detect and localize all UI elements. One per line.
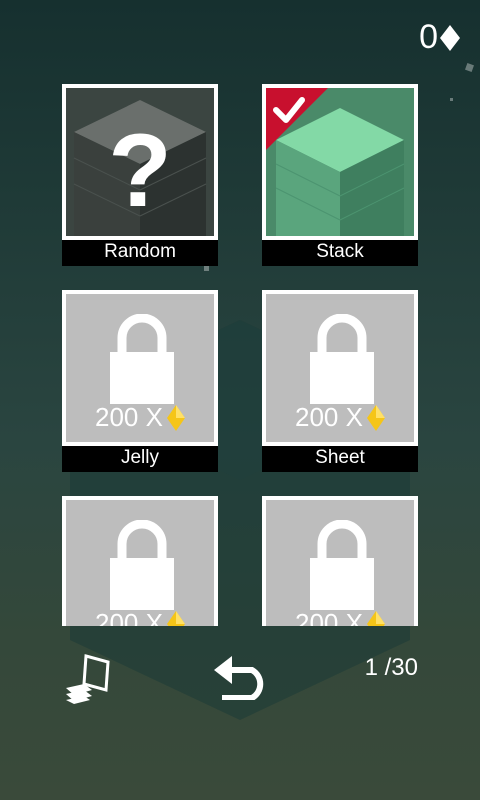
price-label: 200 X	[95, 402, 163, 432]
gem-icon	[366, 610, 385, 626]
lock-icon	[310, 520, 374, 610]
current-page: 1	[364, 654, 378, 681]
skin-tile[interactable]	[262, 84, 418, 240]
price-tag: 200 X	[266, 402, 414, 433]
lock-icon	[110, 314, 174, 404]
skin-label: Random	[62, 238, 218, 266]
gem-icon	[366, 404, 385, 431]
skin-tile[interactable]: 200 X	[262, 496, 418, 626]
skin-card-stack[interactable]: Stack	[262, 84, 418, 266]
skin-label: Sheet	[262, 444, 418, 472]
skin-tile[interactable]: 200 X	[262, 290, 418, 446]
skin-label: Stack	[262, 238, 418, 266]
svg-text:?: ?	[108, 113, 172, 229]
price-label: 200 X	[295, 402, 363, 432]
skin-card-locked[interactable]: 200 X	[62, 496, 218, 626]
skin-tile[interactable]: ?	[62, 84, 218, 240]
skin-tile[interactable]: 200 X	[62, 290, 218, 446]
lock-icon	[310, 314, 374, 404]
laptop-stack-icon[interactable]	[62, 654, 114, 704]
skin-label: Jelly	[62, 444, 218, 472]
skin-tile[interactable]: 200 X	[62, 496, 218, 626]
undo-arrow-icon[interactable]	[212, 656, 272, 700]
skin-grid: ? Random Stack 200 X Jelly 200 X Sheet 2…	[0, 0, 480, 626]
checkmark-icon	[266, 88, 328, 150]
skin-card-random[interactable]: ? Random	[62, 84, 218, 266]
price-tag: 200 X	[66, 402, 214, 433]
total-pages: /30	[384, 654, 418, 681]
gem-icon	[166, 404, 185, 431]
skin-card-locked[interactable]: 200 X	[262, 496, 418, 626]
skin-card-sheet[interactable]: 200 X Sheet	[262, 290, 418, 472]
question-mark-cube-icon: ?	[66, 88, 214, 236]
page-indicator: 1 /30	[365, 654, 418, 682]
price-label: 200 X	[95, 608, 163, 626]
price-label: 200 X	[295, 608, 363, 626]
skin-card-jelly[interactable]: 200 X Jelly	[62, 290, 218, 472]
price-tag: 200 X	[66, 608, 214, 626]
price-tag: 200 X	[266, 608, 414, 626]
gem-icon	[166, 610, 185, 626]
lock-icon	[110, 520, 174, 610]
